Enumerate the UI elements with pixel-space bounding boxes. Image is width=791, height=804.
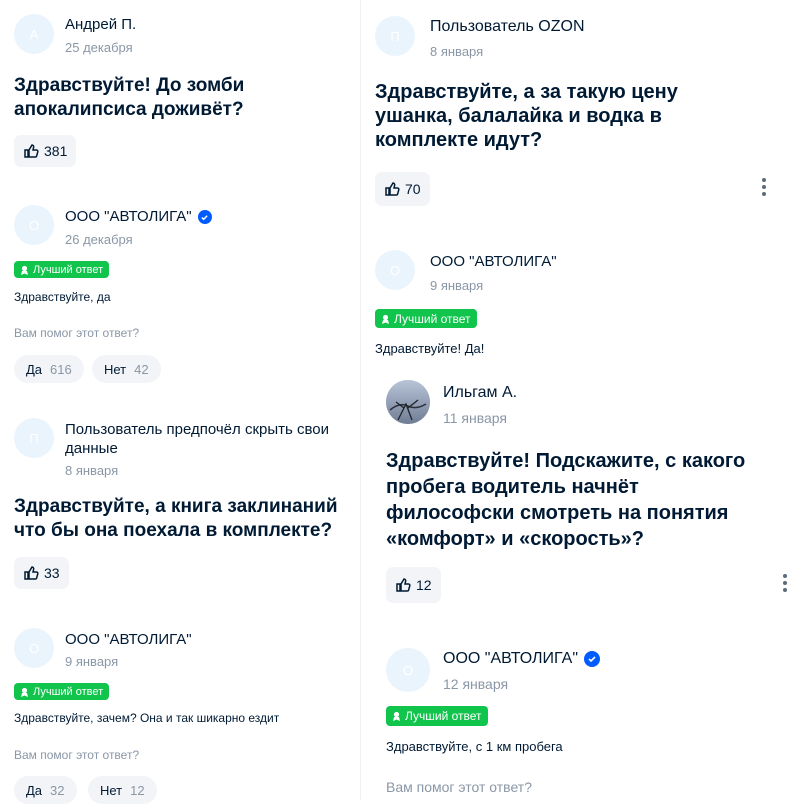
like-button[interactable]: 33 <box>14 557 69 589</box>
column-divider <box>360 0 361 800</box>
post-date: 9 января <box>65 654 119 669</box>
post-date: 8 января <box>430 44 484 59</box>
author-name[interactable]: Пользователь OZON <box>430 18 585 36</box>
like-button[interactable]: 12 <box>386 567 441 603</box>
award-icon <box>21 265 28 275</box>
question-text: Здравствуйте, а за такую цену ушанка, бал… <box>375 81 678 151</box>
thumbs-up-icon <box>24 566 39 580</box>
award-icon <box>21 687 28 697</box>
thumbs-up-icon <box>385 182 400 196</box>
like-count: 381 <box>44 143 68 159</box>
post-date: 12 января <box>443 676 509 692</box>
question-text: Здравствуйте! Подскажите, с какого пробег… <box>386 450 746 550</box>
vote-yes-button[interactable]: Да 616 <box>14 355 84 383</box>
answer-text: Здравствуйте, да <box>14 290 111 304</box>
post-date: 25 декабря <box>65 40 133 55</box>
thumbs-up-icon <box>396 578 411 592</box>
post-date: 8 января <box>65 463 119 478</box>
seller-name[interactable]: ООО "АВТОЛИГА" <box>65 631 192 648</box>
answer-text: Здравствуйте! Да! <box>375 341 485 356</box>
seller-name[interactable]: ООО "АВТОЛИГА" <box>443 650 600 668</box>
helpful-question: Вам помог этот ответ? <box>386 779 532 795</box>
seller-name[interactable]: ООО "АВТОЛИГА" <box>65 208 212 225</box>
helpful-question: Вам помог этот ответ? <box>14 326 140 340</box>
avatar: П <box>375 16 415 56</box>
avatar: О <box>375 250 415 290</box>
post-date: 11 января <box>443 410 508 426</box>
kebab-menu-icon[interactable] <box>762 178 766 196</box>
like-button[interactable]: 70 <box>375 172 430 206</box>
question-text: Здравствуйте, а книга заклинаний что бы о… <box>14 496 338 541</box>
avatar: О <box>386 648 430 692</box>
author-name[interactable]: Андрей П. <box>65 16 136 33</box>
avatar: О <box>14 628 54 668</box>
thumbs-up-icon <box>24 144 39 158</box>
post-date: 26 декабря <box>65 232 133 247</box>
avatar: П <box>14 418 54 458</box>
like-count: 70 <box>405 181 421 197</box>
avatar: А <box>14 14 54 54</box>
best-answer-badge: Лучший ответ <box>14 683 110 700</box>
like-count: 33 <box>44 565 60 581</box>
post-date: 9 января <box>430 278 484 293</box>
award-icon <box>382 314 389 324</box>
best-answer-badge: Лучший ответ <box>386 706 488 726</box>
seller-name[interactable]: ООО "АВТОЛИГА" <box>430 253 557 270</box>
best-answer-badge: Лучший ответ <box>14 261 110 278</box>
like-button[interactable]: 381 <box>14 135 77 167</box>
kebab-menu-icon[interactable] <box>783 574 787 592</box>
author-name[interactable]: Пользователь предпочёл скрыть свои данные <box>65 420 329 458</box>
answer-text: Здравствуйте, зачем? Она и так шикарно е… <box>14 711 280 725</box>
award-icon <box>393 711 400 721</box>
verified-check-icon <box>584 650 600 667</box>
user-photo-avatar <box>386 380 430 424</box>
author-name[interactable]: Ильгам А. <box>443 384 517 402</box>
like-count: 12 <box>416 577 432 593</box>
answer-text: Здравствуйте, с 1 км пробега <box>386 739 563 754</box>
verified-check-icon <box>197 210 212 225</box>
helpful-question: Вам помог этот ответ? <box>14 748 140 762</box>
question-text: Здравствуйте! До зомби апокалипсиса дожив… <box>14 75 245 120</box>
vote-no-button[interactable]: Нет 42 <box>92 355 161 383</box>
best-answer-badge: Лучший ответ <box>375 309 477 328</box>
avatar: О <box>14 205 54 245</box>
